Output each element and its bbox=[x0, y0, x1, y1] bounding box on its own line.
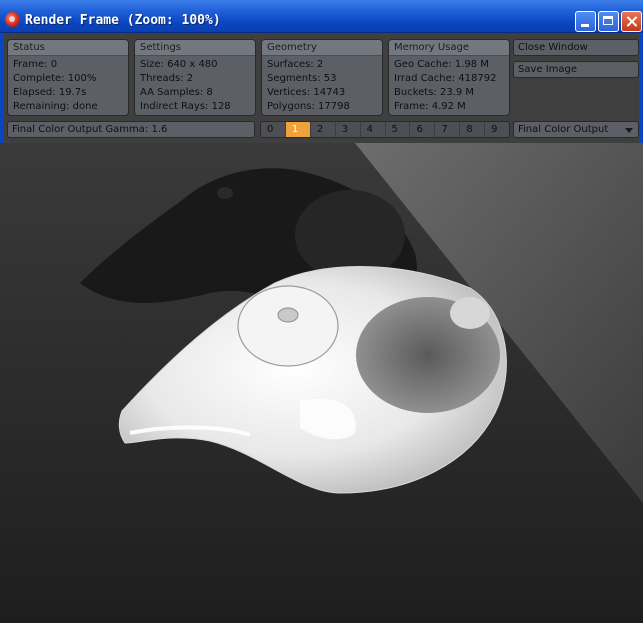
memory-header: Memory Usage bbox=[389, 40, 509, 56]
close-window-button[interactable]: Close Window bbox=[513, 39, 639, 56]
memory-buckets: Buckets: 23.9 M bbox=[394, 87, 475, 98]
frame-buffer-pager: 0 1 2 3 4 5 6 7 8 9 bbox=[260, 121, 510, 138]
render-info-panel: Status Frame: 0 Complete: 100% Elapsed: … bbox=[0, 33, 643, 143]
render-image bbox=[0, 143, 643, 623]
status-frame: Frame: 0 bbox=[13, 59, 58, 70]
top-button bbox=[277, 307, 299, 323]
memory-irrad-cache: Irrad Cache: 418792 bbox=[394, 73, 497, 84]
geometry-vertices: Vertices: 14743 bbox=[267, 87, 346, 98]
page-button-5[interactable]: 5 bbox=[385, 122, 411, 137]
settings-size: Size: 640 x 480 bbox=[140, 59, 218, 70]
status-group: Status Frame: 0 Complete: 100% Elapsed: … bbox=[7, 39, 129, 116]
minimize-button[interactable] bbox=[575, 11, 596, 32]
chevron-down-icon bbox=[625, 128, 633, 133]
memory-frame: Frame: 4.92 M bbox=[394, 101, 466, 112]
page-button-0[interactable]: 0 bbox=[261, 122, 286, 137]
memory-group: Memory Usage Geo Cache: 1.98 M Irrad Cac… bbox=[388, 39, 510, 116]
page-button-3[interactable]: 3 bbox=[335, 122, 361, 137]
page-button-4[interactable]: 4 bbox=[360, 122, 386, 137]
close-button[interactable] bbox=[621, 11, 642, 32]
save-image-button[interactable]: Save Image bbox=[513, 61, 639, 78]
settings-group: Settings Size: 640 x 480 Threads: 2 AA S… bbox=[134, 39, 256, 116]
shadow-button bbox=[217, 187, 233, 199]
status-elapsed: Elapsed: 19.7s bbox=[13, 87, 87, 98]
settings-threads: Threads: 2 bbox=[140, 73, 194, 84]
page-button-8[interactable]: 8 bbox=[460, 122, 486, 137]
status-complete: Complete: 100% bbox=[13, 73, 97, 84]
settings-header: Settings bbox=[135, 40, 255, 56]
maximize-button[interactable] bbox=[598, 11, 619, 32]
render-viewport[interactable] bbox=[0, 143, 643, 623]
status-header: Status bbox=[8, 40, 128, 56]
opening-highlight bbox=[450, 297, 490, 329]
top-button-ring bbox=[237, 285, 339, 367]
window-title: Render Frame (Zoom: 100%) bbox=[25, 13, 221, 28]
page-button-6[interactable]: 6 bbox=[410, 122, 436, 137]
page-button-9[interactable]: 9 bbox=[485, 122, 509, 137]
memory-geo-cache: Geo Cache: 1.98 M bbox=[394, 59, 489, 70]
gamma-slider[interactable]: Final Color Output Gamma: 1.6 bbox=[7, 121, 255, 138]
title-bar[interactable]: Render Frame (Zoom: 100%) bbox=[0, 0, 643, 33]
page-button-1[interactable]: 1 bbox=[285, 122, 311, 137]
output-select[interactable]: Final Color Output bbox=[513, 121, 639, 138]
settings-aa-samples: AA Samples: 8 bbox=[140, 87, 213, 98]
geometry-header: Geometry bbox=[262, 40, 382, 56]
page-button-2[interactable]: 2 bbox=[310, 122, 336, 137]
geometry-surfaces: Surfaces: 2 bbox=[267, 59, 324, 70]
status-remaining: Remaining: done bbox=[13, 101, 98, 112]
output-select-value: Final Color Output bbox=[518, 124, 609, 135]
app-icon[interactable] bbox=[5, 12, 20, 27]
geometry-segments: Segments: 53 bbox=[267, 73, 337, 84]
geometry-group: Geometry Surfaces: 2 Segments: 53 Vertic… bbox=[261, 39, 383, 116]
settings-indirect-rays: Indirect Rays: 128 bbox=[140, 101, 231, 112]
geometry-polygons: Polygons: 17798 bbox=[267, 101, 350, 112]
page-button-7[interactable]: 7 bbox=[435, 122, 461, 137]
